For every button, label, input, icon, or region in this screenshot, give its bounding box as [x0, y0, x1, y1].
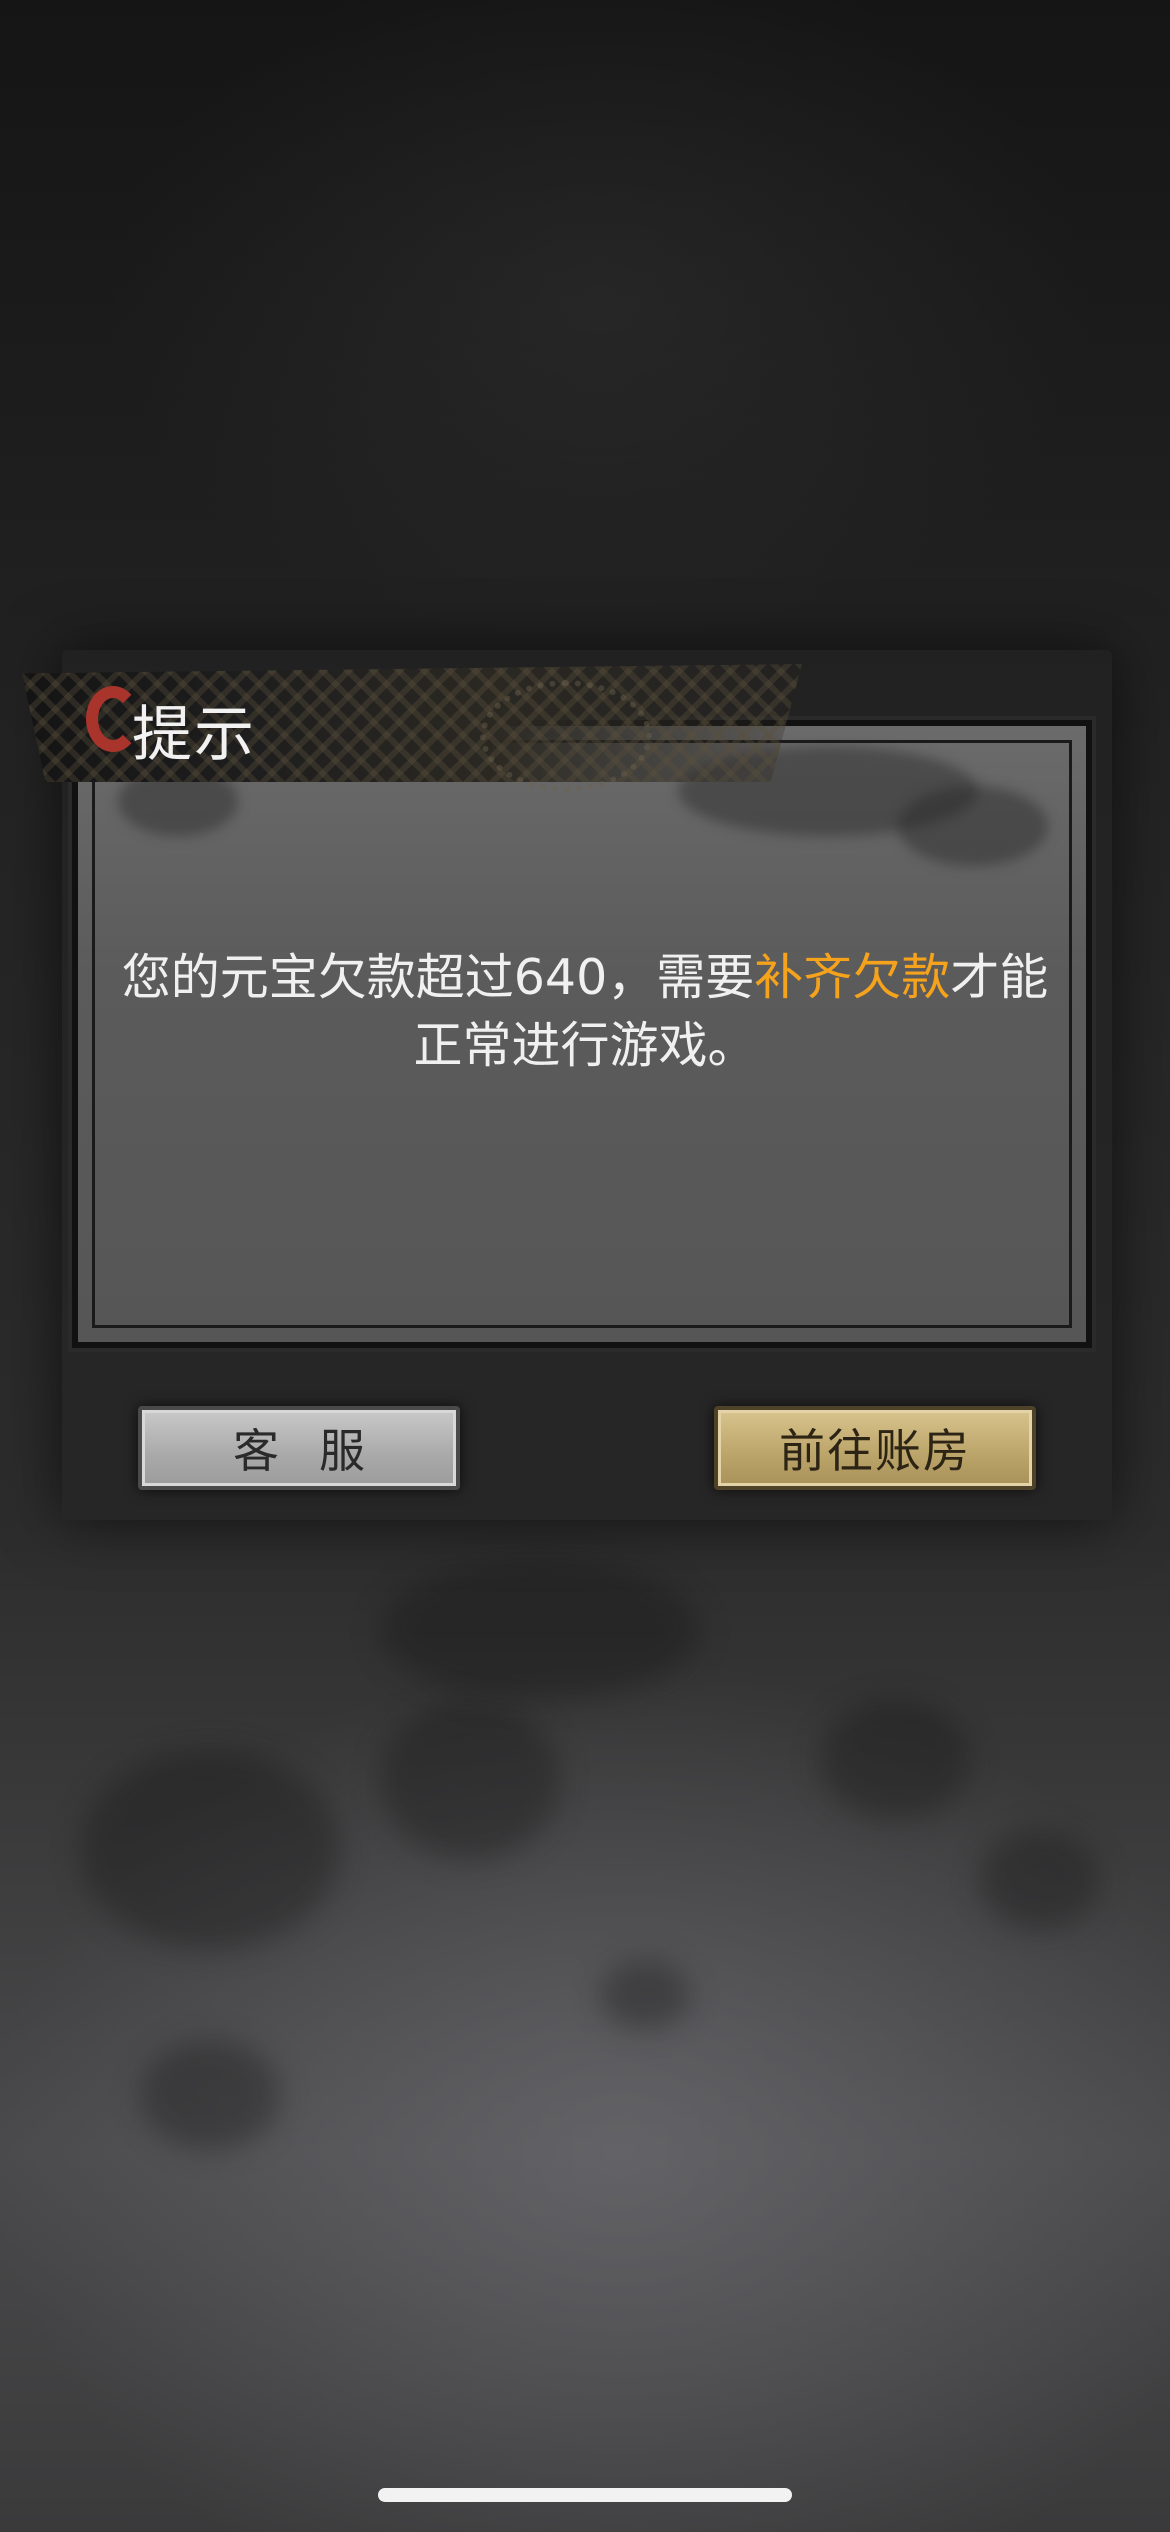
customer-service-button[interactable]: 客服: [138, 1406, 460, 1490]
flower-pattern-icon: [480, 680, 652, 792]
go-to-ledger-button[interactable]: 前往账房: [714, 1406, 1036, 1490]
game-screen: 提示 您的元宝欠款超过640，需要补齐欠款才能正常进行游戏。 客服 前往账房: [0, 0, 1170, 2532]
ink-blot-decoration: [898, 786, 1048, 866]
ink-blot-decoration: [600, 1960, 690, 2030]
message-text: 您的元宝欠款超过640，需要: [121, 949, 755, 1006]
home-indicator[interactable]: [378, 2488, 792, 2502]
dialog-title: 提示: [132, 700, 256, 770]
ink-blot-decoration: [80, 1750, 340, 1950]
ink-blot-decoration: [140, 2040, 280, 2150]
ink-blot-decoration: [980, 1830, 1100, 1930]
ink-blot-decoration: [820, 1700, 970, 1820]
dialog-message: 您的元宝欠款超过640，需要补齐欠款才能正常进行游戏。: [100, 944, 1070, 1080]
ink-blot-decoration: [380, 1700, 560, 1860]
message-highlight: 补齐欠款: [754, 949, 951, 1006]
ink-blot-decoration: [380, 1560, 700, 1700]
